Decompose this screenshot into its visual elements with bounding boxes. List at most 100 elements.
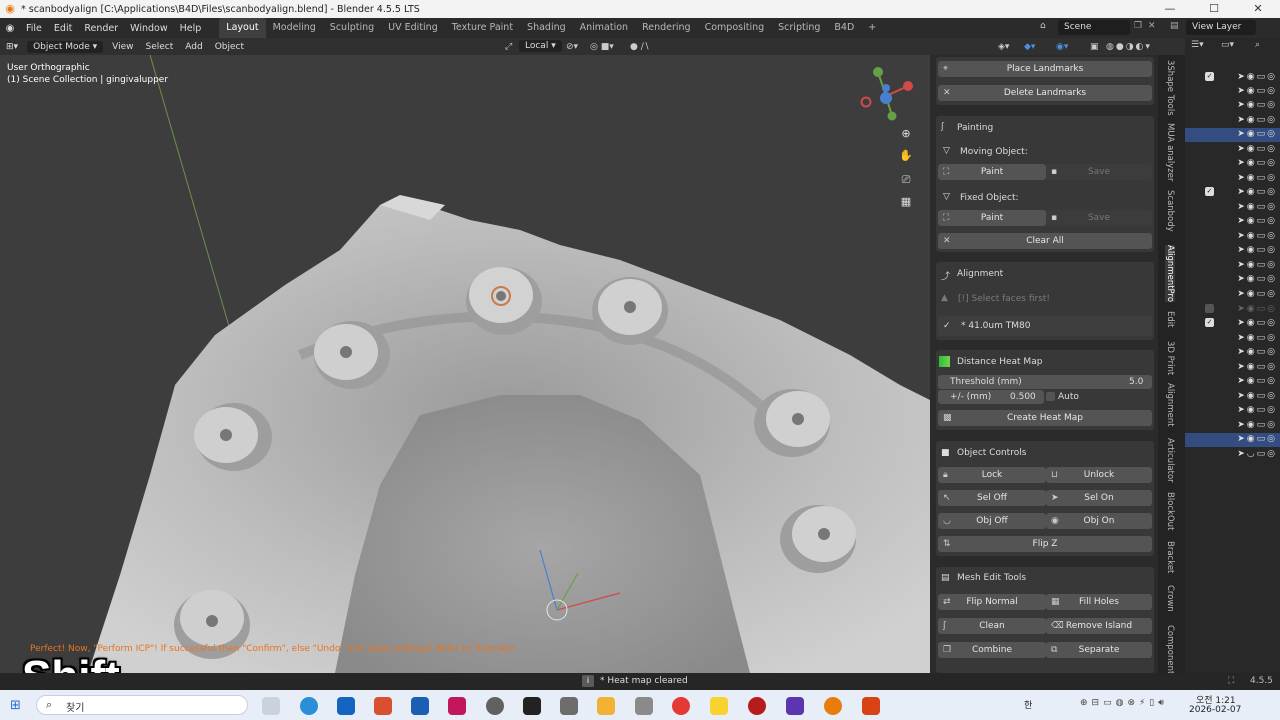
obj-on-button[interactable]: ◉ Obj On	[1046, 513, 1152, 529]
camera-icon[interactable]: ⎚	[896, 170, 916, 190]
visibility-icons[interactable]: ➤◉▭◎	[1237, 260, 1277, 270]
menu-add[interactable]: Add	[179, 42, 208, 52]
tray-icons[interactable]: ⊕⊟▭◍⊗⚡▯🔊︎	[1080, 698, 1168, 708]
outliner-row[interactable]: ➤◉▭◎	[1185, 99, 1280, 113]
paint-fixed-button[interactable]: ⛶ Paint	[938, 210, 1046, 226]
menu-select[interactable]: Select	[140, 42, 180, 52]
visibility-icons[interactable]: ➤◉▭◎	[1237, 86, 1277, 96]
outliner-row[interactable]: ➤◉▭◎	[1185, 215, 1280, 229]
settings-gear-icon[interactable]	[486, 697, 504, 715]
copy-scene-icon[interactable]: ❐	[1134, 21, 1142, 31]
outliner-row[interactable]: ➤◉▭◎	[1185, 433, 1280, 447]
transform-orientation-dropdown[interactable]: Local ▾	[519, 40, 562, 52]
fill-holes-button[interactable]: ▦ Fill Holes	[1046, 594, 1152, 610]
tab-articulator[interactable]: Articulator	[1165, 438, 1175, 483]
tab-component[interactable]: Component	[1165, 625, 1175, 674]
outliner-row[interactable]: ➤◉▭◎	[1185, 85, 1280, 99]
tab-mua-analyzer[interactable]: MUA analyzer	[1165, 123, 1175, 181]
tab-layout[interactable]: Layout	[219, 18, 266, 38]
sel-off-button[interactable]: ↖ Sel Off	[938, 490, 1046, 506]
record-icon[interactable]	[748, 697, 766, 715]
checkbox-icon[interactable]	[1205, 304, 1214, 313]
zoom-icon[interactable]: ⊕	[896, 124, 916, 144]
tab-modeling[interactable]: Modeling	[266, 18, 323, 38]
outliner-row[interactable]: ➤◉▭◎	[1185, 346, 1280, 360]
tab-rendering[interactable]: Rendering	[635, 18, 698, 38]
checkbox-icon[interactable]: ✓	[1205, 187, 1214, 196]
outliner-row[interactable]: ➤◉▭◎	[1185, 332, 1280, 346]
outliner-row[interactable]: ➤◉▭◎	[1185, 404, 1280, 418]
visibility-icons[interactable]: ➤◉▭◎	[1237, 245, 1277, 255]
app-icon[interactable]	[374, 697, 392, 715]
tab-scanbody[interactable]: Scanbody	[1165, 190, 1175, 232]
tab-alignmentpro[interactable]: AlignmentPro	[1165, 245, 1175, 303]
pivot-icon[interactable]: ⊘▾	[566, 42, 578, 52]
tab-bracket[interactable]: Bracket	[1165, 541, 1175, 573]
outliner-row[interactable]: ➤◉▭◎	[1185, 419, 1280, 433]
pan-hand-icon[interactable]: ✋	[896, 146, 916, 166]
flip-z-button[interactable]: ⇅ Flip Z	[938, 536, 1152, 552]
minimize-button[interactable]: —	[1148, 0, 1192, 18]
outliner-row[interactable]: ➤◉▭◎	[1185, 244, 1280, 258]
proportional-edit-icon[interactable]: ● ∕∖	[630, 42, 649, 52]
visibility-icons[interactable]: ➤◉▭◎	[1237, 129, 1277, 139]
tab-3shape-tools[interactable]: 3Shape Tools	[1165, 60, 1175, 116]
outliner-row[interactable]: ✓ ➤◉▭◎	[1185, 317, 1280, 331]
outliner-row[interactable]: ➤◉▭◎	[1185, 128, 1280, 142]
visibility-icons[interactable]: ➤◉▭◎	[1237, 72, 1277, 82]
edge-icon[interactable]	[300, 697, 318, 715]
app-icon[interactable]	[862, 697, 880, 715]
delete-landmarks-button[interactable]: ✕ Delete Landmarks	[938, 85, 1152, 101]
paint-moving-button[interactable]: ⛶ Paint	[938, 164, 1046, 180]
tab-edit[interactable]: Edit	[1165, 311, 1175, 327]
visibility-icons[interactable]: ➤◉▭◎	[1237, 158, 1277, 168]
outliner-row[interactable]: ➤◉▭◎	[1185, 303, 1280, 317]
chrome-icon[interactable]	[672, 697, 690, 715]
unlock-button[interactable]: ⊔ Unlock	[1046, 467, 1152, 483]
menu-file[interactable]: File	[20, 23, 48, 34]
menu-render[interactable]: Render	[78, 23, 124, 34]
store-icon[interactable]	[411, 697, 429, 715]
app-icon[interactable]	[786, 697, 804, 715]
grid-toggle-icon[interactable]: ▦	[896, 192, 916, 212]
tab-texture-paint[interactable]: Texture Paint	[445, 18, 520, 38]
tab-shading[interactable]: Shading	[520, 18, 573, 38]
visibility-icons[interactable]: ➤◉▭◎	[1237, 274, 1277, 284]
kakaotalk-icon[interactable]	[710, 697, 728, 715]
tab-scripting[interactable]: Scripting	[771, 18, 827, 38]
visibility-icons[interactable]: ➤◉▭◎	[1237, 173, 1277, 183]
tab-3d-print[interactable]: 3D Print	[1165, 341, 1175, 375]
outliner-row[interactable]: ➤◉▭◎	[1185, 157, 1280, 171]
viewport-gizmo-toggle-icon[interactable]: ◈▾	[998, 42, 1009, 52]
outliner-editor-icon[interactable]: ☰▾	[1191, 40, 1204, 50]
create-heatmap-button[interactable]: ▩ Create Heat Map	[938, 410, 1152, 426]
lock-button[interactable]: 🔒︎ Lock	[938, 467, 1046, 483]
visibility-icons[interactable]: ➤◉▭◎	[1237, 144, 1277, 154]
outliner-row[interactable]: ➤◉▭◎	[1185, 375, 1280, 389]
outlook-icon[interactable]	[337, 697, 355, 715]
maximize-button[interactable]: ☐	[1192, 0, 1236, 18]
outliner-row[interactable]: ✓ ➤◉▭◎	[1185, 71, 1280, 85]
outliner-row[interactable]: ➤◉▭◎	[1185, 273, 1280, 287]
outliner-row[interactable]: ➤◉▭◎	[1185, 259, 1280, 273]
menu-view[interactable]: View	[106, 42, 139, 52]
outliner-search-icon[interactable]: ⌕	[1255, 40, 1260, 50]
mode-dropdown[interactable]: Object Mode ▾	[27, 40, 104, 53]
xray-toggle-icon[interactable]: ▣	[1090, 42, 1099, 52]
overlay-toggle-icon[interactable]: ◉▾	[1056, 42, 1068, 52]
outliner-row[interactable]: ➤◉▭◎	[1185, 172, 1280, 186]
remove-island-button[interactable]: ⌫ Remove Island	[1046, 618, 1152, 634]
auto-checkbox[interactable]	[1046, 392, 1055, 401]
outliner-row[interactable]: ➤◉▭◎	[1185, 201, 1280, 215]
delete-scene-icon[interactable]: ✕	[1148, 21, 1156, 31]
checkbox-icon[interactable]: ✓	[1205, 318, 1214, 327]
outliner-row[interactable]: ➤◉▭◎	[1185, 143, 1280, 157]
view-layer-selector[interactable]: View Layer	[1186, 20, 1256, 35]
tab-alignment[interactable]: Alignment	[1165, 383, 1175, 427]
clean-button[interactable]: ʃ Clean	[938, 618, 1046, 634]
3d-viewport[interactable]: User Orthographic (1) Scene Collection |…	[0, 55, 930, 673]
combine-button[interactable]: ❐ Combine	[938, 642, 1046, 658]
visibility-icons[interactable]: ➤◉▭◎	[1237, 231, 1277, 241]
flip-normal-button[interactable]: ⇄ Flip Normal	[938, 594, 1046, 610]
file-explorer-icon[interactable]	[597, 697, 615, 715]
